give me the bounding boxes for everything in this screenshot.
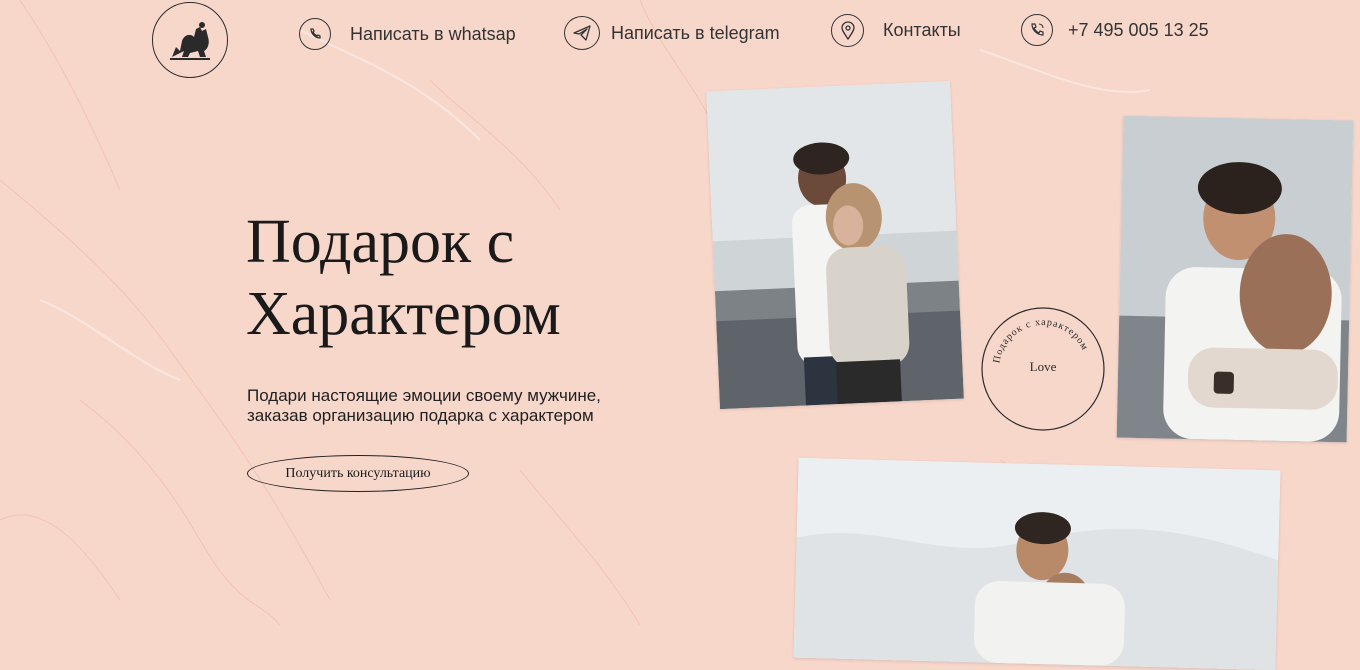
hero-subtitle-line-2: заказав организацию подарка с характером (247, 406, 594, 425)
svg-text:Подарок с характером: Подарок с характером (991, 317, 1090, 364)
nav-contacts[interactable]: Контакты (831, 14, 961, 47)
couple-photo-3 (793, 457, 1281, 670)
lion-icon (170, 22, 210, 60)
hero-subtitle: Подари настоящие эмоции своему мужчине, … (247, 386, 601, 426)
hero-title-line-1: Подарок с (246, 208, 515, 276)
nav-whatsapp[interactable]: Написать в whatsap (299, 18, 516, 50)
couple-photo-1 (706, 80, 964, 410)
nav-phone-label: +7 495 005 13 25 (1068, 19, 1209, 40)
nav-phone[interactable]: +7 495 005 13 25 (1021, 14, 1209, 46)
lion-logo[interactable] (152, 2, 228, 78)
phone-icon (1021, 14, 1053, 46)
telegram-icon (564, 16, 600, 50)
consultation-button[interactable]: Получить консультацию (247, 455, 469, 492)
nav-whatsapp-label: Написать в whatsap (350, 23, 516, 44)
hero-subtitle-line-1: Подари настоящие эмоции своему мужчине, (247, 386, 601, 405)
couple-photo-2 (1116, 115, 1354, 443)
header: Написать в whatsap Написать в telegram К… (0, 0, 1360, 80)
whatsapp-icon (299, 18, 331, 50)
nav-telegram-label: Написать в telegram (611, 22, 780, 43)
love-stamp: Подарок с характером Love (981, 307, 1105, 431)
location-pin-icon (831, 14, 864, 47)
hero-title-line-2: Характером (246, 280, 561, 348)
stamp-ring-text: Подарок с характером (991, 317, 1089, 364)
nav-telegram[interactable]: Написать в telegram (564, 16, 780, 50)
stamp-center-text: Love (1030, 359, 1057, 374)
hero-title: Подарок с Характером (246, 206, 561, 350)
nav-contacts-label: Контакты (883, 20, 961, 40)
